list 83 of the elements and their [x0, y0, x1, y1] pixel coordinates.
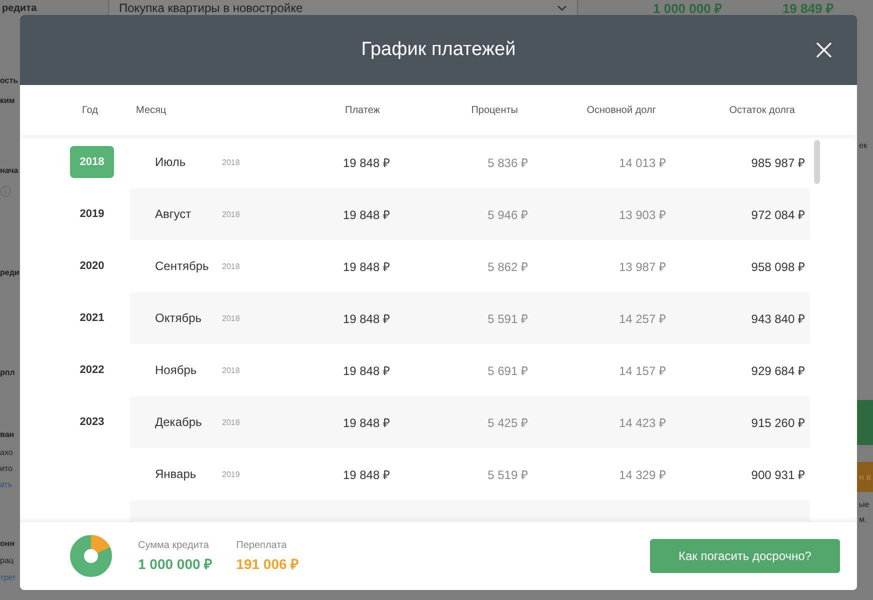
column-header: Проценты — [470, 104, 518, 116]
description-text: ито — [0, 464, 12, 473]
loan-amount-value: 1 000 000 ₽ — [138, 554, 212, 572]
balance-cell-text: 972 084 ₽ — [750, 206, 805, 222]
principal-cell-text: 13 987 ₽ — [618, 258, 666, 274]
early-repayment-button[interactable]: Как погасить досрочно? — [650, 539, 840, 573]
balance-cell-text: 958 098 ₽ — [750, 258, 805, 274]
balance-cell-text: 915 260 ₽ — [750, 414, 805, 430]
field-label: редита — [1, 2, 38, 14]
year-cell-text: 2018 — [222, 158, 241, 166]
year-cell-text: 2018 — [222, 314, 241, 322]
balance-cell-text: 985 987 ₽ — [750, 154, 805, 170]
action-button[interactable] — [857, 400, 873, 445]
interest-cell-text: 5 519 ₽ — [486, 466, 528, 482]
balance-cell-text: 943 840 ₽ — [750, 310, 805, 326]
field-label: нача — [0, 166, 18, 175]
principal-cell-text: 14 423 ₽ — [618, 414, 666, 430]
principal-cell-text: 14 329 ₽ — [618, 466, 666, 482]
month-cell-text: Ноябрь — [155, 363, 198, 377]
column-header: Платеж — [344, 104, 380, 116]
month-cell-text: Январь — [155, 467, 198, 481]
field-label: ван — [0, 430, 14, 439]
field-label: ость — [0, 76, 18, 85]
balance-cell-text: 929 684 ₽ — [750, 362, 805, 378]
month-cell-text: Август — [155, 207, 192, 221]
balance-cell-text: 900 931 ₽ — [750, 466, 805, 482]
field-label: реди — [0, 268, 20, 277]
payment-cell-text: 19 848 ₽ — [342, 466, 390, 482]
interest-cell-text: 5 946 ₽ — [486, 206, 528, 222]
column-header: Месяц — [135, 104, 168, 116]
principal-cell-text: 14 257 ₽ — [618, 310, 666, 326]
interest-cell-text: 5 862 ₽ — [486, 258, 528, 274]
payment-cell-text: 19 848 ₽ — [342, 154, 390, 170]
description-text: ек — [859, 141, 867, 150]
dialog-title: График платежей — [361, 39, 516, 61]
year-tab[interactable]: 2018 — [70, 146, 114, 178]
payment-cell-text: 19 848 ₽ — [342, 414, 390, 430]
year-cell-text: 2018 — [222, 210, 241, 218]
link[interactable]: ать — [0, 480, 12, 489]
year-tab[interactable]: 2019 — [70, 198, 114, 230]
year-cell-text: 2018 — [222, 262, 241, 270]
year-tab[interactable]: 2022 — [70, 354, 114, 386]
column-header: Год — [81, 104, 99, 116]
principal-cell-text: 13 903 ₽ — [618, 206, 666, 222]
loan-amount: 1 000 000 ₽ — [653, 0, 722, 16]
interest-cell-text: 5 591 ₽ — [486, 310, 528, 326]
column-header: Остаток долга — [728, 104, 795, 116]
column-header: Основной долг — [586, 104, 656, 116]
year-cell-text: 2018 — [222, 418, 241, 426]
field-label: рпл — [0, 368, 15, 377]
chevron-down-icon — [557, 5, 567, 11]
donut-chart-drawing — [70, 535, 112, 577]
principal-cell-text: 14 157 ₽ — [618, 362, 666, 378]
year-tab[interactable]: 2023 — [70, 406, 114, 438]
payment-cell-text: 19 848 ₽ — [342, 258, 390, 274]
purpose-select[interactable]: Покупка квартиры в новостройке — [108, 0, 578, 16]
monthly-payment: 19 849 ₽ — [782, 0, 834, 16]
payment-cell-text: 19 848 ₽ — [342, 310, 390, 326]
month-cell-text: Сентябрь — [155, 259, 210, 273]
year-tab[interactable]: 2020 — [70, 250, 114, 282]
description-text: м. — [859, 515, 867, 524]
month-cell-text: Декабрь — [155, 415, 203, 429]
description-text: ахо — [0, 448, 13, 457]
scrollbar-thumb[interactable] — [814, 140, 820, 184]
payment-cell-text: 19 848 ₽ — [342, 362, 390, 378]
year-cell-text: 2018 — [222, 366, 241, 374]
close-button[interactable] — [815, 41, 833, 59]
interest-cell-text: 5 836 ₽ — [486, 154, 528, 170]
month-cell-text: Октябрь — [155, 311, 203, 325]
year-cell-text: 2019 — [222, 470, 241, 478]
description-text: рац — [0, 556, 14, 565]
principal-cell-text: 14 013 ₽ — [618, 154, 666, 170]
interest-cell-text: 5 425 ₽ — [486, 414, 528, 430]
description-text: ые — [859, 500, 870, 509]
loan-amount-label: Сумма кредита — [138, 540, 210, 550]
field-label: ким — [0, 96, 15, 105]
month-cell-text: Июль — [155, 155, 187, 169]
overpayment-value: 191 006 ₽ — [236, 554, 299, 572]
year-tab[interactable]: 2021 — [70, 302, 114, 334]
payment-cell-text: 19 848 ₽ — [342, 206, 390, 222]
overpayment-label: Переплата — [236, 540, 288, 550]
interest-cell-text: 5 691 ₽ — [486, 362, 528, 378]
field-label: онн — [0, 539, 15, 548]
